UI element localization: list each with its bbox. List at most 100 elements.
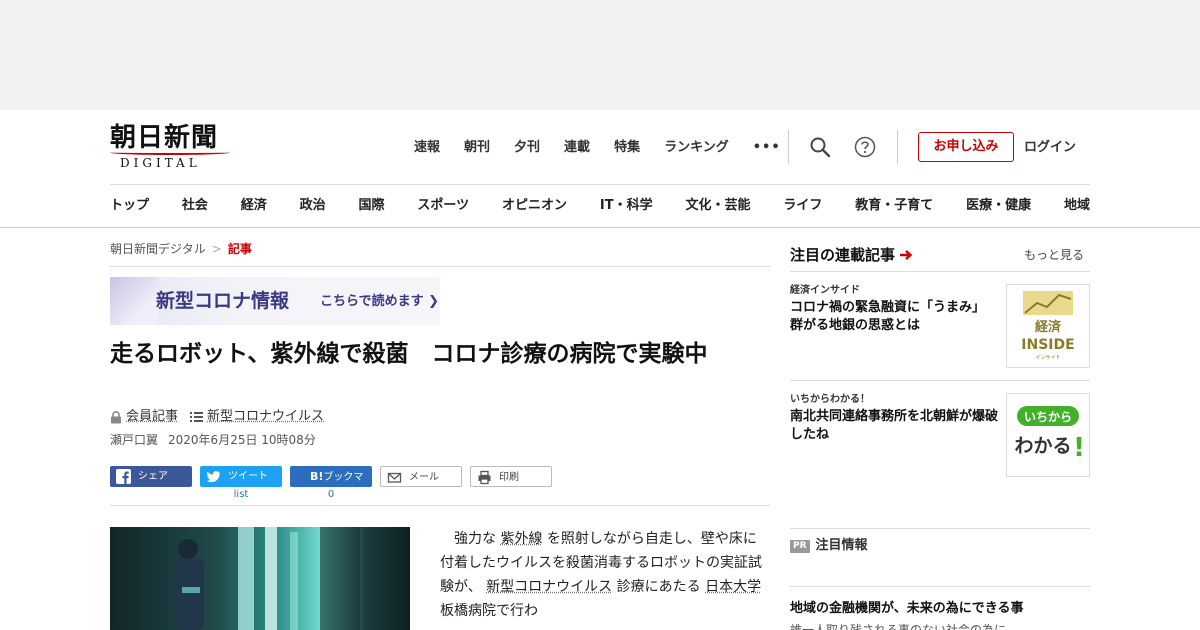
topnav-more-button[interactable]: ••• bbox=[753, 138, 781, 158]
topnav-item-series[interactable]: 連載 bbox=[564, 138, 590, 158]
breadcrumb-current: 記事 bbox=[227, 242, 252, 256]
pr-item-title[interactable]: 地域の金融機関が、未来の為にできる事 bbox=[790, 600, 1023, 618]
logo-main-text: 朝日新聞 bbox=[110, 123, 219, 153]
body-link-coronavirus[interactable]: 新型コロナウイルス bbox=[486, 579, 612, 595]
cat-international[interactable]: 国際 bbox=[359, 196, 385, 216]
uv-robot-photo bbox=[174, 527, 360, 630]
facebook-share-button[interactable]: シェア bbox=[110, 466, 192, 487]
cat-culture[interactable]: 文化・芸能 bbox=[685, 196, 750, 216]
sidebar-heading-label: 注目の連載記事 bbox=[790, 246, 896, 264]
site-logo[interactable]: 朝日新聞 DIGITAL bbox=[110, 124, 240, 170]
site-header: 朝日新聞 DIGITAL 速報 朝刊 夕刊 連載 特集 ランキング ••• お申… bbox=[0, 110, 1200, 228]
header-rule bbox=[110, 184, 1090, 185]
cat-sports[interactable]: スポーツ bbox=[417, 196, 469, 216]
body-link-nihon-university[interactable]: 日本大学 bbox=[705, 579, 761, 595]
print-label: 印刷 bbox=[499, 472, 519, 483]
cat-society[interactable]: 社会 bbox=[182, 196, 208, 216]
lock-icon bbox=[111, 410, 121, 423]
topnav-item-breaking[interactable]: 速報 bbox=[414, 138, 440, 158]
sidebar-item-kicker: 経済インサイド bbox=[790, 285, 860, 296]
banner-link: こちらで読めます ❯ bbox=[320, 293, 439, 311]
cat-top[interactable]: トップ bbox=[110, 196, 149, 216]
body-text-segment: 強力な bbox=[440, 531, 501, 547]
header-divider bbox=[897, 130, 898, 164]
thumb-caption: インサイド bbox=[1035, 355, 1060, 361]
banner-decoration bbox=[110, 277, 158, 325]
twitter-share-button[interactable]: ツイート bbox=[200, 466, 282, 487]
topnav-item-ranking[interactable]: ランキング bbox=[664, 138, 729, 158]
cat-life[interactable]: ライフ bbox=[783, 196, 822, 216]
thumb-mark: ! bbox=[1073, 433, 1085, 463]
sidebar-heading[interactable]: 注目の連載記事 bbox=[790, 244, 913, 266]
print-button[interactable]: 印刷 bbox=[470, 466, 552, 487]
twitter-icon bbox=[206, 471, 220, 483]
hatena-bookmark-button[interactable]: B!ブックマーク bbox=[290, 466, 372, 504]
mail-share-button[interactable]: メール bbox=[380, 466, 462, 487]
thumb-subtitle: わかる bbox=[1014, 435, 1071, 457]
body-text-segment: 板橋病院で行わ bbox=[440, 603, 538, 619]
corona-info-banner[interactable]: 新型コロナ情報 こちらで読めます ❯ bbox=[110, 277, 440, 325]
pr-heading: PR 注目情報 bbox=[790, 537, 868, 555]
member-article-label[interactable]: 会員記事 bbox=[126, 408, 178, 426]
cat-health[interactable]: 医療・健康 bbox=[966, 196, 1031, 216]
category-nav: トップ 社会 経済 政治 国際 スポーツ オピニオン IT・科学 文化・芸能 ラ… bbox=[110, 196, 1090, 216]
pr-item-subtitle: 誰一人取り残される事のない社会の為に bbox=[790, 623, 1007, 630]
chevron-right-icon: ❯ bbox=[428, 294, 440, 309]
article-photo[interactable] bbox=[110, 527, 410, 630]
twitter-share-label: ツイート bbox=[228, 471, 268, 482]
thumb-subtitle: INSIDE bbox=[1021, 337, 1074, 353]
sidebar-rule bbox=[790, 528, 1090, 529]
sidebar-rule bbox=[790, 586, 1090, 587]
thumb-title: 経済 bbox=[1035, 319, 1062, 335]
cat-education[interactable]: 教育・子育て bbox=[855, 196, 933, 216]
printer-icon bbox=[478, 470, 491, 485]
thumb-title: いちから bbox=[1024, 410, 1072, 424]
cat-economy[interactable]: 経済 bbox=[241, 196, 267, 216]
sidebar-item-title[interactable]: 南北共同連絡事務所を北朝鮮が爆破したね bbox=[790, 408, 1000, 444]
mail-share-label: メール bbox=[409, 472, 439, 483]
breadcrumb-rule bbox=[110, 266, 770, 267]
logo-sub-text: DIGITAL bbox=[120, 156, 201, 170]
economy-inside-logo: 経済 INSIDE インサイド bbox=[1021, 291, 1075, 361]
hatena-icon: B! bbox=[310, 470, 324, 483]
sidebar-more-link[interactable]: もっと見る bbox=[1024, 247, 1084, 263]
topnav-item-features[interactable]: 特集 bbox=[614, 138, 640, 158]
cat-local[interactable]: 地域 bbox=[1064, 196, 1090, 216]
body-link-uv[interactable]: 紫外線 bbox=[500, 531, 542, 547]
breadcrumb-separator: > bbox=[211, 242, 222, 256]
list-icon bbox=[190, 412, 204, 422]
sidebar-rule bbox=[790, 380, 1090, 381]
economy-inside-thumbnail[interactable]: 経済 INSIDE インサイド bbox=[1006, 284, 1090, 368]
help-icon[interactable] bbox=[854, 136, 876, 158]
header-divider bbox=[788, 130, 789, 164]
share-rule bbox=[110, 505, 770, 506]
top-nav: 速報 朝刊 夕刊 連載 特集 ランキング ••• bbox=[414, 138, 805, 158]
breadcrumb: 朝日新聞デジタル > 記事 bbox=[110, 240, 252, 258]
ichikara-wakaru-thumbnail[interactable]: いちから わかる ! bbox=[1006, 393, 1090, 477]
author-name: 瀬戸口翼 bbox=[110, 433, 159, 447]
topnav-item-evening[interactable]: 夕刊 bbox=[514, 138, 540, 158]
twitter-count[interactable]: list bbox=[200, 489, 282, 501]
body-text-segment: 診療にあたる bbox=[612, 579, 706, 595]
subscribe-button[interactable]: お申し込み bbox=[918, 132, 1014, 162]
sidebar-rule bbox=[790, 271, 1090, 272]
article-byline: 瀬戸口翼 2020年6月25日 10時08分 bbox=[110, 431, 316, 449]
search-icon[interactable] bbox=[809, 136, 831, 158]
hatena-count[interactable]: 0 bbox=[290, 489, 372, 501]
cat-it-science[interactable]: IT・科学 bbox=[600, 196, 653, 216]
cat-politics[interactable]: 政治 bbox=[300, 196, 326, 216]
facebook-share-label: シェア bbox=[138, 471, 168, 482]
topnav-item-morning[interactable]: 朝刊 bbox=[464, 138, 490, 158]
ichikara-wakaru-logo: いちから わかる ! bbox=[1014, 406, 1085, 463]
article-headline: 走るロボット、紫外線で殺菌 コロナ診療の病院で実験中 bbox=[110, 341, 708, 367]
sidebar-item-title[interactable]: コロナ禍の緊急融資に「うまみ」 群がる地銀の思惑とは bbox=[790, 299, 1000, 335]
topic-link[interactable]: 新型コロナウイルス bbox=[207, 408, 324, 426]
cat-opinion[interactable]: オピニオン bbox=[502, 196, 567, 216]
login-link[interactable]: ログイン bbox=[1024, 138, 1076, 158]
arrow-right-icon bbox=[900, 250, 913, 260]
ad-banner-area bbox=[0, 0, 1200, 110]
breadcrumb-home[interactable]: 朝日新聞デジタル bbox=[110, 242, 206, 256]
banner-title: 新型コロナ情報 bbox=[156, 290, 290, 312]
article-tags: 会員記事 新型コロナウイルス bbox=[110, 408, 324, 426]
mail-icon bbox=[387, 472, 402, 483]
